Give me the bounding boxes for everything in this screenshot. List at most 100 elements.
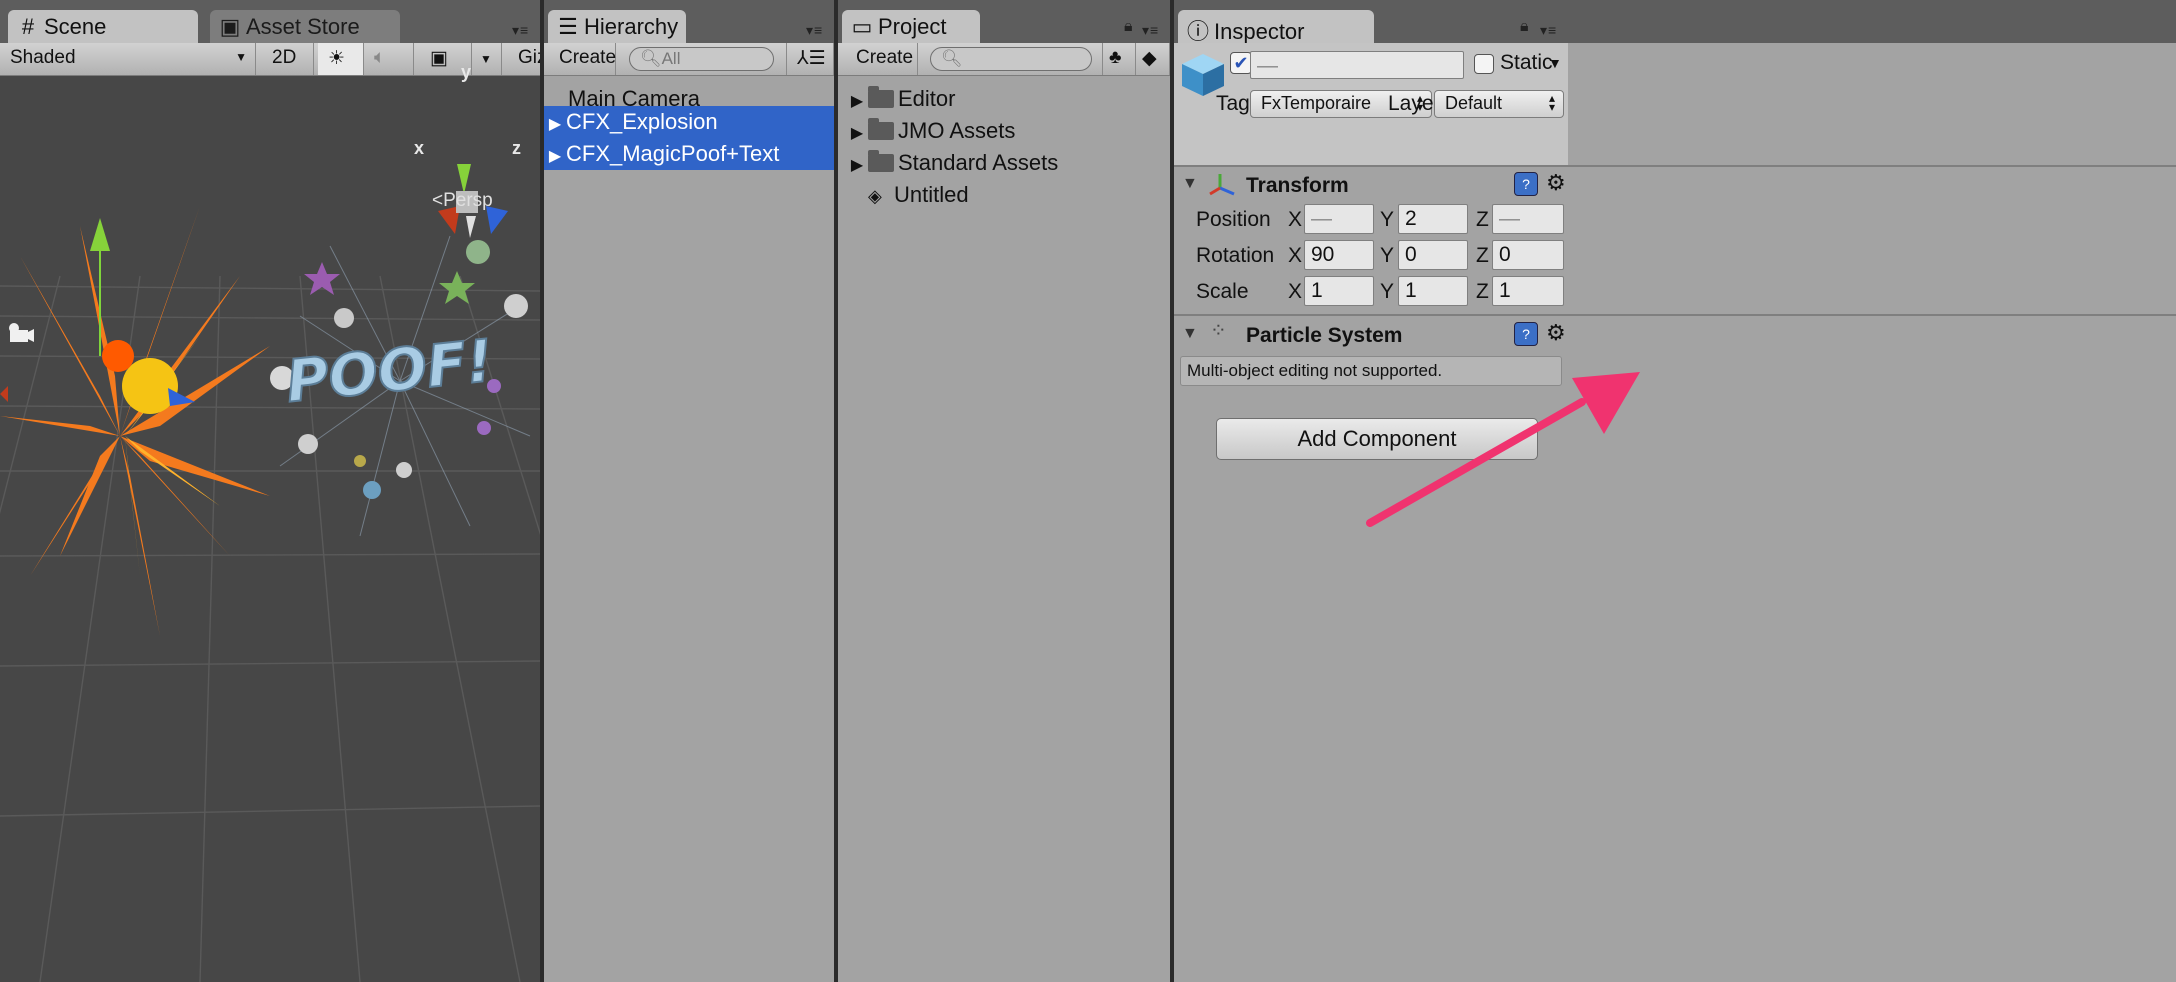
position-x-field[interactable]: — <box>1304 204 1374 234</box>
hierarchy-search-input[interactable]: 🔍︎All <box>629 47 774 71</box>
transform-title: Transform <box>1246 174 1349 197</box>
speaker-icon: 🔈︎ <box>374 47 386 68</box>
panel-menu-icon[interactable]: ▾≡ <box>1540 22 1557 39</box>
tab-hierarchy[interactable]: ☰ Hierarchy <box>548 10 686 43</box>
help-book-icon[interactable]: ? <box>1514 322 1538 346</box>
expand-arrow-icon[interactable]: ▶ <box>544 114 566 134</box>
project-item-label: JMO Assets <box>898 118 1016 143</box>
project-item-jmo-assets[interactable]: ▶ JMO Assets <box>838 115 1170 147</box>
effects-dropdown-button[interactable]: ▼ <box>472 43 502 75</box>
transform-foldout-arrow-icon[interactable]: ▼ <box>1182 175 1198 193</box>
scale-z-label: Z <box>1476 280 1489 303</box>
scale-y-value: 1 <box>1405 279 1417 302</box>
rotation-x-label: X <box>1288 244 1303 267</box>
audio-toggle-button[interactable]: 🔈︎ <box>364 43 414 75</box>
position-z-label: Z <box>1476 208 1489 231</box>
rotation-y-value: 0 <box>1405 243 1417 266</box>
tab-inspector-label: Inspector <box>1214 19 1305 44</box>
grid-icon: # <box>21 14 35 39</box>
position-z-field[interactable]: — <box>1492 204 1564 234</box>
hierarchy-item-label: CFX_Explosion <box>566 109 718 134</box>
layer-dropdown[interactable]: Default ▴ ▾ <box>1434 90 1564 118</box>
search-by-type-button[interactable]: ♣ <box>1102 43 1136 75</box>
projection-toggle[interactable]: <Persp <box>432 190 493 212</box>
project-item-editor[interactable]: ▶ Editor <box>838 83 1170 115</box>
lock-icon[interactable]: 🔒︎ <box>1520 18 1530 36</box>
list-icon: ☰ <box>558 14 578 39</box>
scale-y-field[interactable]: 1 <box>1398 276 1468 306</box>
project-item-untitled[interactable]: ◈ Untitled <box>838 179 1170 211</box>
create-label: Create <box>856 47 914 68</box>
rotation-z-field[interactable]: 0 <box>1492 240 1564 270</box>
static-checkbox[interactable] <box>1474 54 1494 74</box>
position-y-field[interactable]: 2 <box>1398 204 1468 234</box>
hierarchy-filter-button[interactable]: ⅄☰ <box>786 43 834 75</box>
particle-foldout-arrow-icon[interactable]: ▼ <box>1182 325 1198 343</box>
shading-dropdown[interactable]: Shaded ▼ <box>0 43 256 75</box>
folder-icon: ▭ <box>851 14 873 39</box>
inspector-panel: ⓘ Inspector 🔒︎ ▾≡ ✔ — Static ▼ Tag FxTemp… <box>1174 0 2176 982</box>
lock-icon[interactable]: 🔒︎ <box>1124 18 1134 36</box>
transform-axes-icon <box>1209 174 1235 196</box>
tab-asset-store-label: Asset Store <box>246 14 360 39</box>
gizmos-dropdown[interactable]: Gizmos <box>508 43 540 75</box>
position-y-label: Y <box>1380 208 1395 231</box>
hierarchy-item-cfx-explosion[interactable]: ▶ CFX_Explosion <box>544 106 834 138</box>
scale-z-field[interactable]: 1 <box>1492 276 1564 306</box>
hierarchy-toolbar: Create 🔍︎All ⅄☰ <box>544 43 834 76</box>
rotation-x-value: 90 <box>1311 243 1335 266</box>
project-item-label: Untitled <box>894 182 969 207</box>
tab-project[interactable]: ▭ Project <box>842 10 980 43</box>
panel-menu-icon[interactable]: ▾≡ <box>512 22 529 39</box>
hierarchy-create-dropdown[interactable]: Create <box>544 43 616 75</box>
type-filter-icon: ♣ <box>1109 47 1122 68</box>
object-name-field[interactable]: — <box>1250 51 1464 79</box>
sort-icon: ⅄☰ <box>797 48 826 69</box>
hierarchy-item-cfx-magicpoof[interactable]: ▶ CFX_MagicPoof+Text <box>544 138 834 170</box>
lighting-toggle-button[interactable]: ☀ <box>318 43 364 75</box>
add-component-label: Add Component <box>1297 426 1457 451</box>
tab-inspector[interactable]: ⓘ Inspector <box>1178 10 1374 44</box>
2d-toggle-button[interactable]: 2D <box>262 43 314 75</box>
active-checkbox[interactable]: ✔ <box>1230 52 1252 74</box>
project-panel: ▭ Project 🔒︎ ▾≡ Create 🔍︎ ♣ ◆ ▶ Editor ▶ JM… <box>838 0 1170 982</box>
image-icon: ▣ <box>430 48 448 69</box>
panel-menu-icon[interactable]: ▾≡ <box>806 22 823 39</box>
position-label: Position <box>1196 208 1271 231</box>
expand-arrow-icon[interactable]: ▶ <box>846 91 868 111</box>
project-search-input[interactable]: 🔍︎ <box>930 47 1092 71</box>
expand-arrow-icon[interactable]: ▶ <box>846 155 868 175</box>
scale-y-label: Y <box>1380 280 1395 303</box>
create-label: Create <box>559 47 617 68</box>
info-icon: ⓘ <box>1186 19 1209 44</box>
tab-scene[interactable]: # Scene <box>8 10 198 43</box>
layer-value: Default <box>1445 93 1503 113</box>
search-icon: 🔍︎ <box>640 49 662 68</box>
expand-arrow-icon[interactable]: ▶ <box>846 123 868 143</box>
rotation-y-field[interactable]: 0 <box>1398 240 1468 270</box>
expand-arrow-icon[interactable]: ▶ <box>544 146 566 166</box>
panel-menu-icon[interactable]: ▾≡ <box>1142 22 1159 39</box>
rotation-z-label: Z <box>1476 244 1489 267</box>
unity-scene-icon: ◈ <box>868 186 882 206</box>
static-dropdown-arrow-icon[interactable]: ▼ <box>1548 55 1562 71</box>
rotation-x-field[interactable]: 90 <box>1304 240 1374 270</box>
static-label: Static <box>1500 51 1553 74</box>
shopping-bag-icon: ▣ <box>219 14 241 39</box>
search-by-label-button[interactable]: ◆ <box>1136 43 1170 75</box>
tab-asset-store[interactable]: ▣ Asset Store <box>210 10 400 43</box>
scale-label: Scale <box>1196 280 1249 303</box>
project-create-dropdown[interactable]: Create <box>838 43 918 75</box>
hierarchy-item-label: CFX_MagicPoof+Text <box>566 141 780 166</box>
scene-panel: # Scene ▣ Asset Store ▾≡ Shaded ▼ 2D ☀ 🔈︎ … <box>0 0 540 982</box>
layer-label: Layer <box>1388 92 1441 115</box>
particle-system-icon: ⁘ <box>1210 320 1227 342</box>
scale-x-field[interactable]: 1 <box>1304 276 1374 306</box>
gear-icon[interactable]: ⚙ <box>1546 170 1566 196</box>
gear-icon[interactable]: ⚙ <box>1546 320 1566 346</box>
gizmo-z-label: z <box>512 138 521 158</box>
help-book-icon[interactable]: ? <box>1514 172 1538 196</box>
2d-label: 2D <box>272 47 297 68</box>
project-item-standard-assets[interactable]: ▶ Standard Assets <box>838 147 1170 179</box>
add-component-button[interactable]: Add Component <box>1216 418 1538 460</box>
